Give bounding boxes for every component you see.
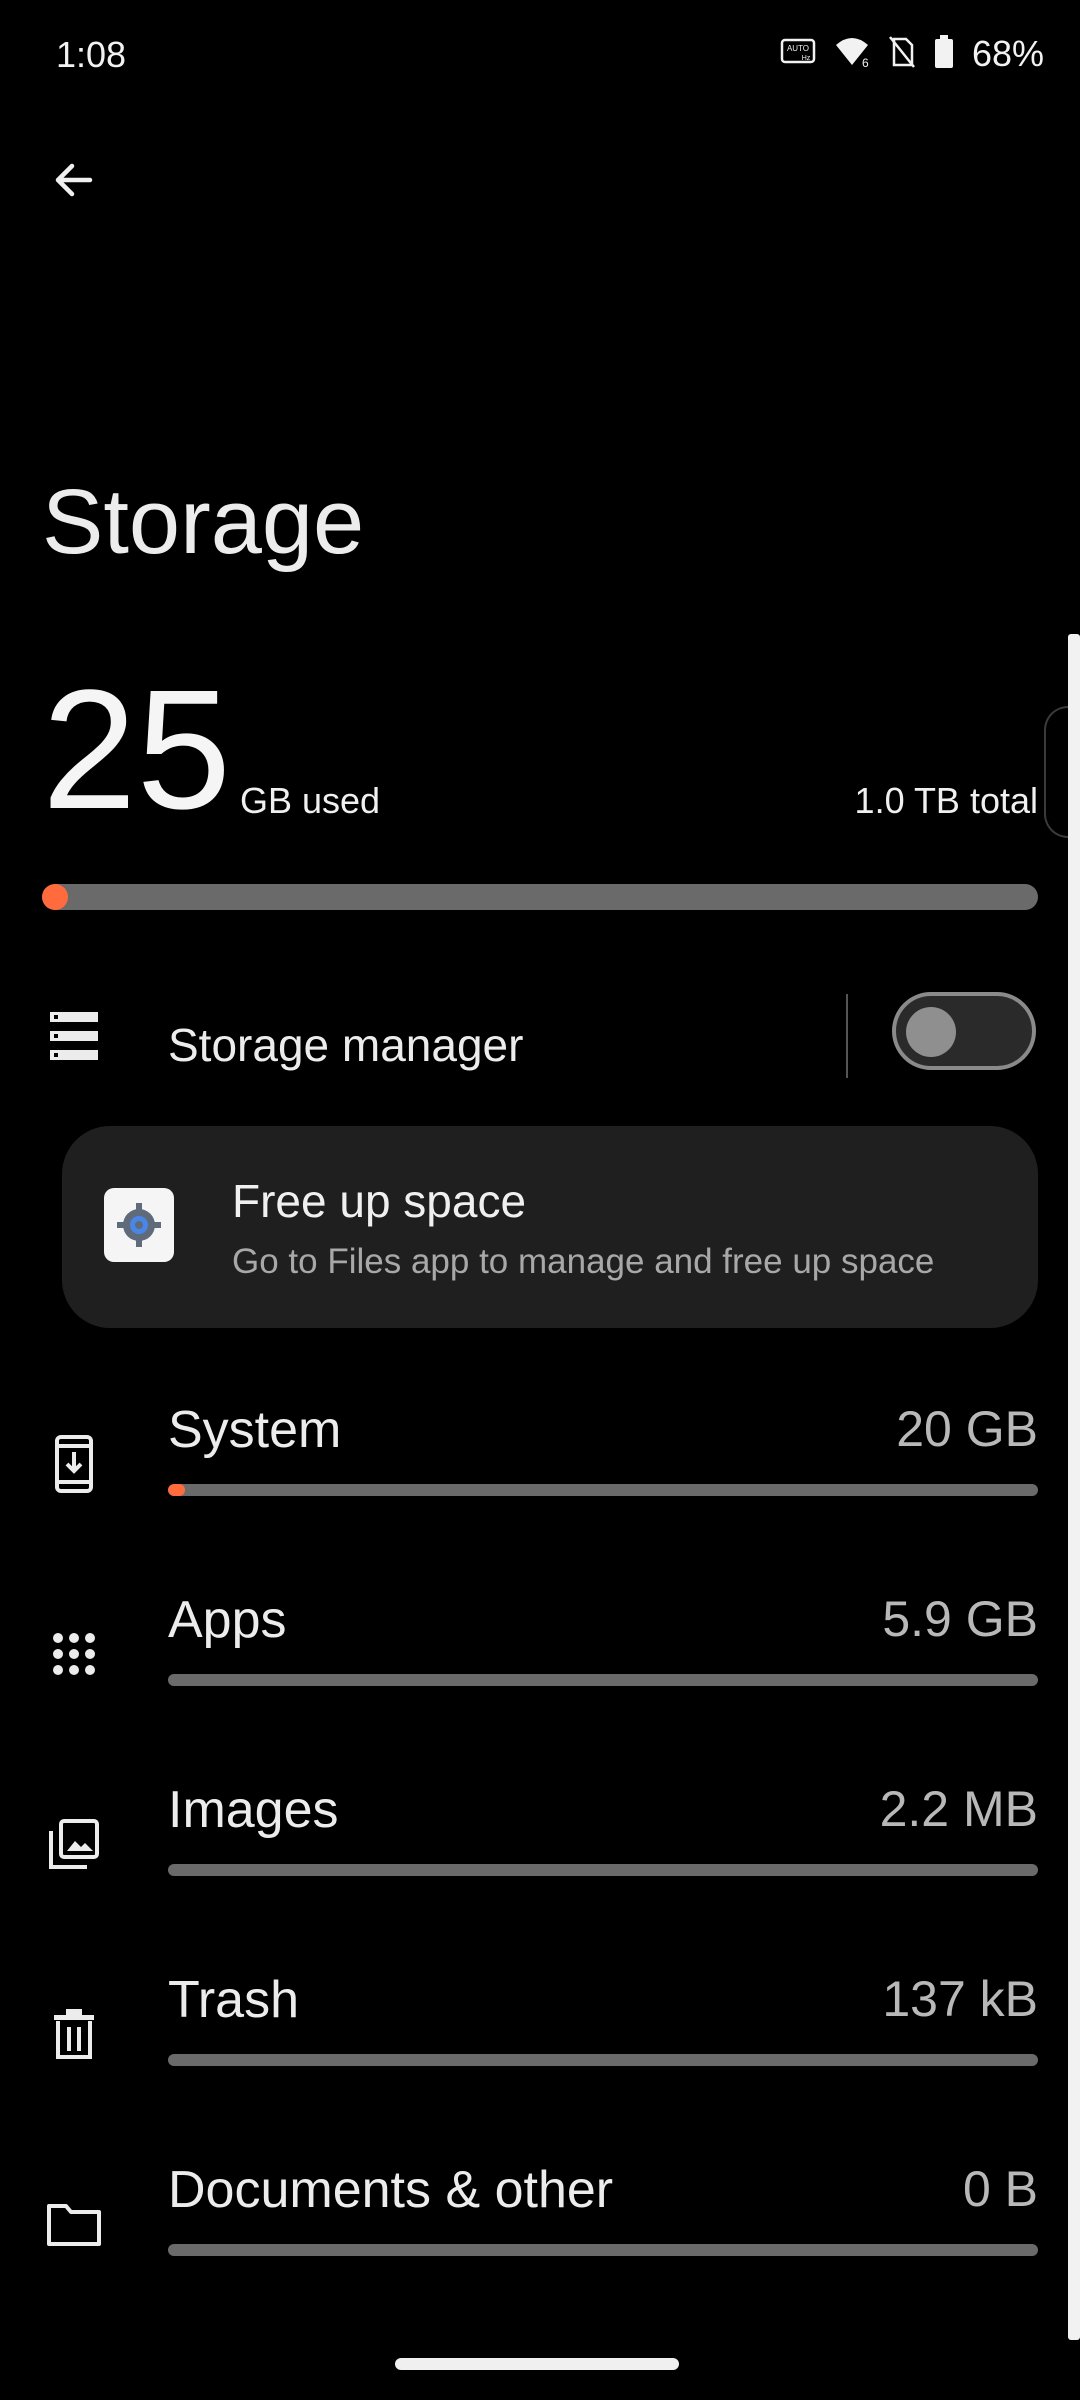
category-label: Images	[168, 1781, 339, 1839]
used-unit: GB used	[240, 780, 381, 821]
category-images[interactable]: Images 2.2 MB	[0, 1772, 1080, 1962]
category-system[interactable]: System 20 GB	[0, 1392, 1080, 1582]
back-button[interactable]	[44, 150, 104, 210]
page-title: Storage	[42, 471, 365, 573]
system-update-icon	[44, 1432, 104, 1496]
category-usage-bar	[168, 1864, 1038, 1876]
list-icon	[46, 1006, 102, 1071]
battery-icon	[934, 34, 954, 74]
storage-manager-row[interactable]: Storage manager	[0, 980, 1080, 1100]
category-usage-bar	[168, 2244, 1038, 2256]
svg-text:AUTO: AUTO	[787, 44, 809, 53]
trash-icon	[44, 2002, 104, 2066]
no-sim-icon	[888, 35, 916, 74]
storage-usage-fill	[42, 884, 68, 910]
svg-text:6: 6	[862, 56, 869, 69]
apps-grid-icon	[44, 1622, 104, 1686]
status-time: 1:08	[56, 34, 127, 75]
storage-usage-bar	[42, 884, 1038, 910]
storage-manager-toggle[interactable]	[892, 992, 1036, 1070]
category-usage-bar	[168, 1484, 1038, 1496]
used-amount: 25	[42, 655, 232, 845]
images-icon	[44, 1812, 104, 1876]
category-label: Apps	[168, 1591, 287, 1649]
category-value: 20 GB	[896, 1401, 1038, 1457]
category-label: Trash	[168, 1971, 299, 2029]
category-usage-fill	[168, 1484, 186, 1496]
category-usage-bar	[168, 2054, 1038, 2066]
battery-percent: 68%	[971, 33, 1044, 74]
category-trash[interactable]: Trash 137 kB	[0, 1962, 1080, 2152]
folder-icon	[44, 2192, 104, 2256]
toggle-knob	[906, 1007, 956, 1057]
category-apps[interactable]: Apps 5.9 GB	[0, 1582, 1080, 1772]
svg-text:Hz: Hz	[802, 55, 811, 62]
category-label: Documents & other	[168, 2161, 614, 2219]
category-usage-bar	[168, 1674, 1038, 1686]
home-indicator[interactable]	[395, 2358, 679, 2370]
category-value: 2.2 MB	[879, 1781, 1038, 1837]
free-up-space-title: Free up space	[232, 1175, 527, 1227]
auto-hz-icon: AUTO Hz	[780, 37, 816, 72]
status-icons: AUTO Hz 6 68%	[780, 30, 1044, 78]
files-gear-icon	[104, 1188, 174, 1262]
category-label: System	[168, 1401, 342, 1459]
free-up-space-card[interactable]: Free up space Go to Files app to manage …	[62, 1126, 1038, 1328]
scrollbar[interactable]	[1068, 634, 1080, 2340]
category-value: 137 kB	[882, 1971, 1038, 2027]
arrow-back-icon	[55, 163, 93, 197]
divider	[846, 994, 848, 1078]
wifi-6-icon: 6	[834, 35, 870, 74]
total-capacity: 1.0 TB total	[854, 780, 1038, 821]
category-value: 0 B	[962, 2161, 1038, 2217]
storage-manager-label: Storage manager	[168, 1019, 524, 1071]
free-up-space-subtitle: Go to Files app to manage and free up sp…	[232, 1242, 935, 1281]
category-documents-other[interactable]: Documents & other 0 B	[0, 2152, 1080, 2342]
category-value: 5.9 GB	[882, 1591, 1038, 1647]
